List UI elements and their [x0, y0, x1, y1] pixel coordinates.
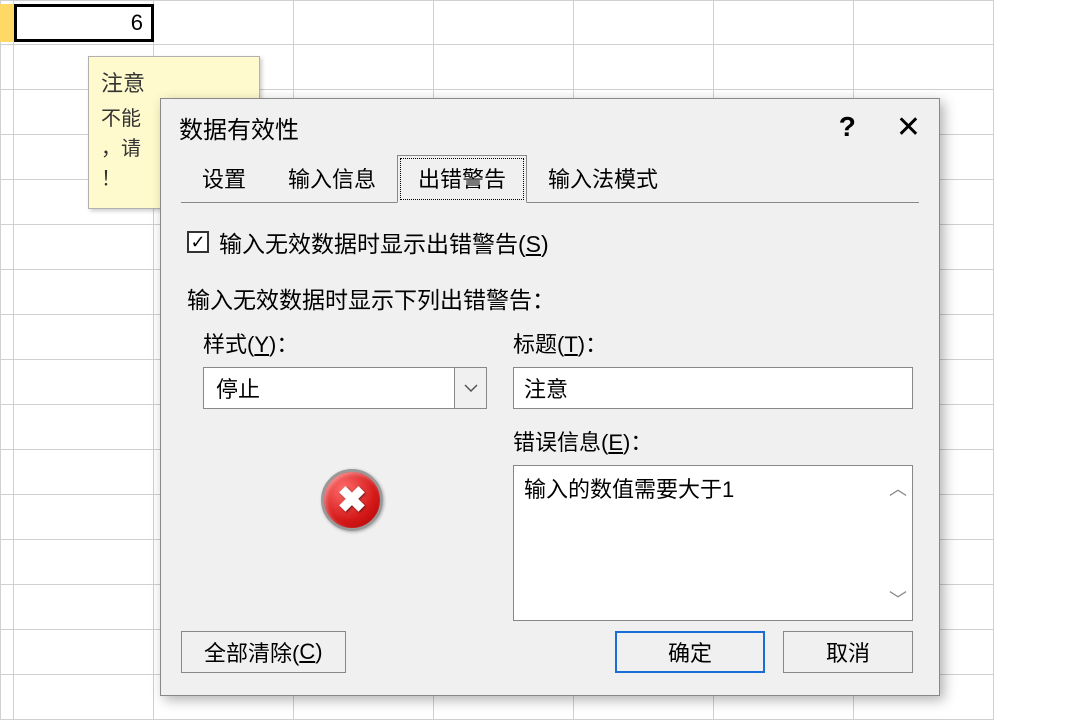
data-validation-dialog: 数据有效性 ? ✕ 设置 输入信息 出错警告 输入法模式 ✓ 输入无效数据时显示… — [160, 98, 940, 696]
help-icon[interactable]: ? — [839, 111, 856, 143]
title-input[interactable] — [513, 367, 913, 409]
row-header-active — [0, 4, 14, 42]
tooltip-title: 注意 — [101, 67, 247, 100]
dialog-title: 数据有效性 — [179, 110, 839, 145]
style-select[interactable]: 停止 — [203, 367, 487, 409]
tab-input-message[interactable]: 输入信息 — [267, 155, 397, 203]
clear-all-button[interactable]: 全部清除(C) — [181, 631, 346, 673]
tab-settings[interactable]: 设置 — [181, 155, 267, 203]
error-message-textarea[interactable] — [513, 465, 913, 621]
show-error-label: 输入无效数据时显示出错警告(S) — [219, 225, 549, 259]
stop-error-icon: ✖ — [321, 469, 383, 531]
ok-button[interactable]: 确定 — [615, 631, 765, 673]
scroll-down-icon[interactable]: ﹀ — [889, 586, 907, 612]
close-icon[interactable]: ✕ — [896, 110, 921, 145]
scroll-up-icon[interactable]: ︿ — [889, 475, 907, 501]
dialog-titlebar[interactable]: 数据有效性 ? ✕ — [161, 99, 939, 155]
tab-ime-mode[interactable]: 输入法模式 — [527, 155, 679, 203]
tab-bar: 设置 输入信息 出错警告 输入法模式 — [161, 155, 939, 203]
style-select-value: 停止 — [204, 372, 454, 404]
tab-error-alert[interactable]: 出错警告 — [397, 155, 527, 203]
chevron-down-icon — [454, 368, 486, 408]
show-error-checkbox[interactable]: ✓ — [187, 231, 209, 253]
cancel-button[interactable]: 取消 — [783, 631, 913, 673]
title-label: 标题(T)： — [513, 327, 913, 359]
section-label: 输入无效数据时显示下列出错警告： — [187, 281, 913, 315]
style-label: 样式(Y)： — [203, 327, 487, 359]
error-message-label: 错误信息(E)： — [513, 425, 913, 457]
active-cell[interactable]: 6 — [14, 4, 154, 42]
dialog-content: ✓ 输入无效数据时显示出错警告(S) 输入无效数据时显示下列出错警告： 样式(Y… — [161, 203, 939, 631]
